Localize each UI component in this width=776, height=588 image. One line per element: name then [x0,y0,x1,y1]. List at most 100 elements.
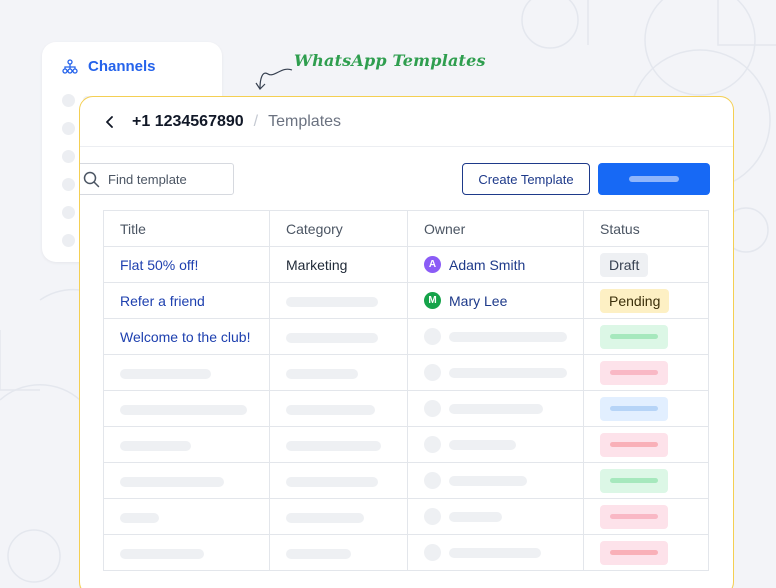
breadcrumb: +1 1234567890 / Templates [80,97,733,147]
cell-status [583,462,709,499]
cell-owner [407,498,584,535]
create-template-button[interactable]: Create Template [462,163,590,195]
owner[interactable]: A Adam Smith [424,256,567,273]
owner-name-placeholder [449,367,567,378]
owner-placeholder [424,472,567,489]
cell-owner: A Adam Smith [407,246,584,283]
owner-placeholder [424,400,567,417]
table-row-placeholder[interactable] [103,390,709,427]
table-row-placeholder[interactable] [103,498,709,535]
title-placeholder [120,512,159,523]
cell-category [269,354,408,391]
column-header-title[interactable]: Title [103,210,270,247]
template-title-link[interactable]: Refer a friend [120,293,205,309]
curved-arrow-icon [255,68,293,90]
title-placeholder [120,404,247,415]
annotation-label: WhatsApp Templates [294,51,486,70]
button-label-placeholder [629,176,679,182]
column-header-status[interactable]: Status [583,210,709,247]
owner-placeholder [424,544,567,561]
cell-title: Welcome to the club! [103,318,270,355]
category-placeholder [286,332,378,343]
chevron-left-icon [106,115,113,128]
table-row[interactable]: Flat 50% off! Marketing A Adam Smith Draft [103,246,709,283]
category-placeholder [286,512,364,523]
cell-category [269,282,408,319]
cell-title [103,498,270,535]
category-placeholder [286,368,358,379]
toolbar: Create Template [80,163,733,195]
search-input[interactable] [108,171,228,187]
status-badge-placeholder [600,360,668,385]
channels-header[interactable]: Channels [62,58,156,75]
avatar-placeholder [424,400,441,417]
cell-status [583,534,709,571]
owner-name: Adam Smith [449,256,526,273]
column-header-category[interactable]: Category [269,210,408,247]
template-title-link[interactable]: Flat 50% off! [120,257,198,273]
breadcrumb-phone[interactable]: +1 1234567890 [132,113,244,131]
cell-category [269,390,408,427]
category-text: Marketing [286,256,348,273]
search-box[interactable] [80,163,234,195]
status-badge-placeholder [600,504,668,529]
title-placeholder [120,548,204,559]
table-row[interactable]: Refer a friend M Mary Lee Pending [103,282,709,319]
cell-status [583,498,709,535]
channel-icon-placeholder [62,149,75,163]
status-badge-placeholder [600,540,668,565]
avatar-placeholder [424,472,441,489]
avatar: A [424,256,441,273]
cell-title [103,390,270,427]
category-placeholder [286,440,381,451]
channel-icon-placeholder [62,93,75,107]
category-placeholder [286,548,351,559]
cell-owner [407,534,584,571]
category-placeholder [286,296,378,307]
cell-owner: M Mary Lee [407,282,584,319]
sitemap-icon [62,58,78,75]
column-header-owner[interactable]: Owner [407,210,584,247]
owner-name-placeholder [449,511,502,522]
cell-status: Pending [583,282,709,319]
primary-action-button[interactable] [598,163,710,195]
owner-placeholder [424,508,567,525]
avatar-placeholder [424,364,441,381]
table-row-placeholder[interactable] [103,534,709,571]
channel-icon-placeholder [62,233,75,247]
status-badge-placeholder [600,324,668,349]
channel-icon-placeholder [62,205,75,219]
table-row[interactable]: Welcome to the club! [103,318,709,355]
table-row-placeholder[interactable] [103,426,709,463]
cell-title [103,534,270,571]
cell-category [269,318,408,355]
cell-status [583,426,709,463]
cell-title [103,426,270,463]
table-row-placeholder[interactable] [103,354,709,391]
owner-name-placeholder [449,547,541,558]
template-title-link[interactable]: Welcome to the club! [120,329,250,345]
cell-title: Refer a friend [103,282,270,319]
back-button[interactable] [102,114,118,130]
owner-placeholder [424,436,567,453]
cell-category [269,462,408,499]
owner-placeholder [424,328,567,345]
avatar-placeholder [424,328,441,345]
channels-label: Channels [88,58,156,75]
cell-owner [407,426,584,463]
cell-status [583,318,709,355]
cell-title [103,354,270,391]
avatar-placeholder [424,508,441,525]
owner-name-placeholder [449,439,516,450]
cell-owner [407,354,584,391]
status-badge-placeholder [600,396,668,421]
cell-category [269,498,408,535]
breadcrumb-separator: / [253,112,259,130]
owner-name: Mary Lee [449,292,508,309]
status-badge-placeholder [600,468,668,493]
cell-category: Marketing [269,246,408,283]
table-row-placeholder[interactable] [103,462,709,499]
owner[interactable]: M Mary Lee [424,292,567,309]
category-placeholder [286,476,378,487]
cell-status: Draft [583,246,709,283]
